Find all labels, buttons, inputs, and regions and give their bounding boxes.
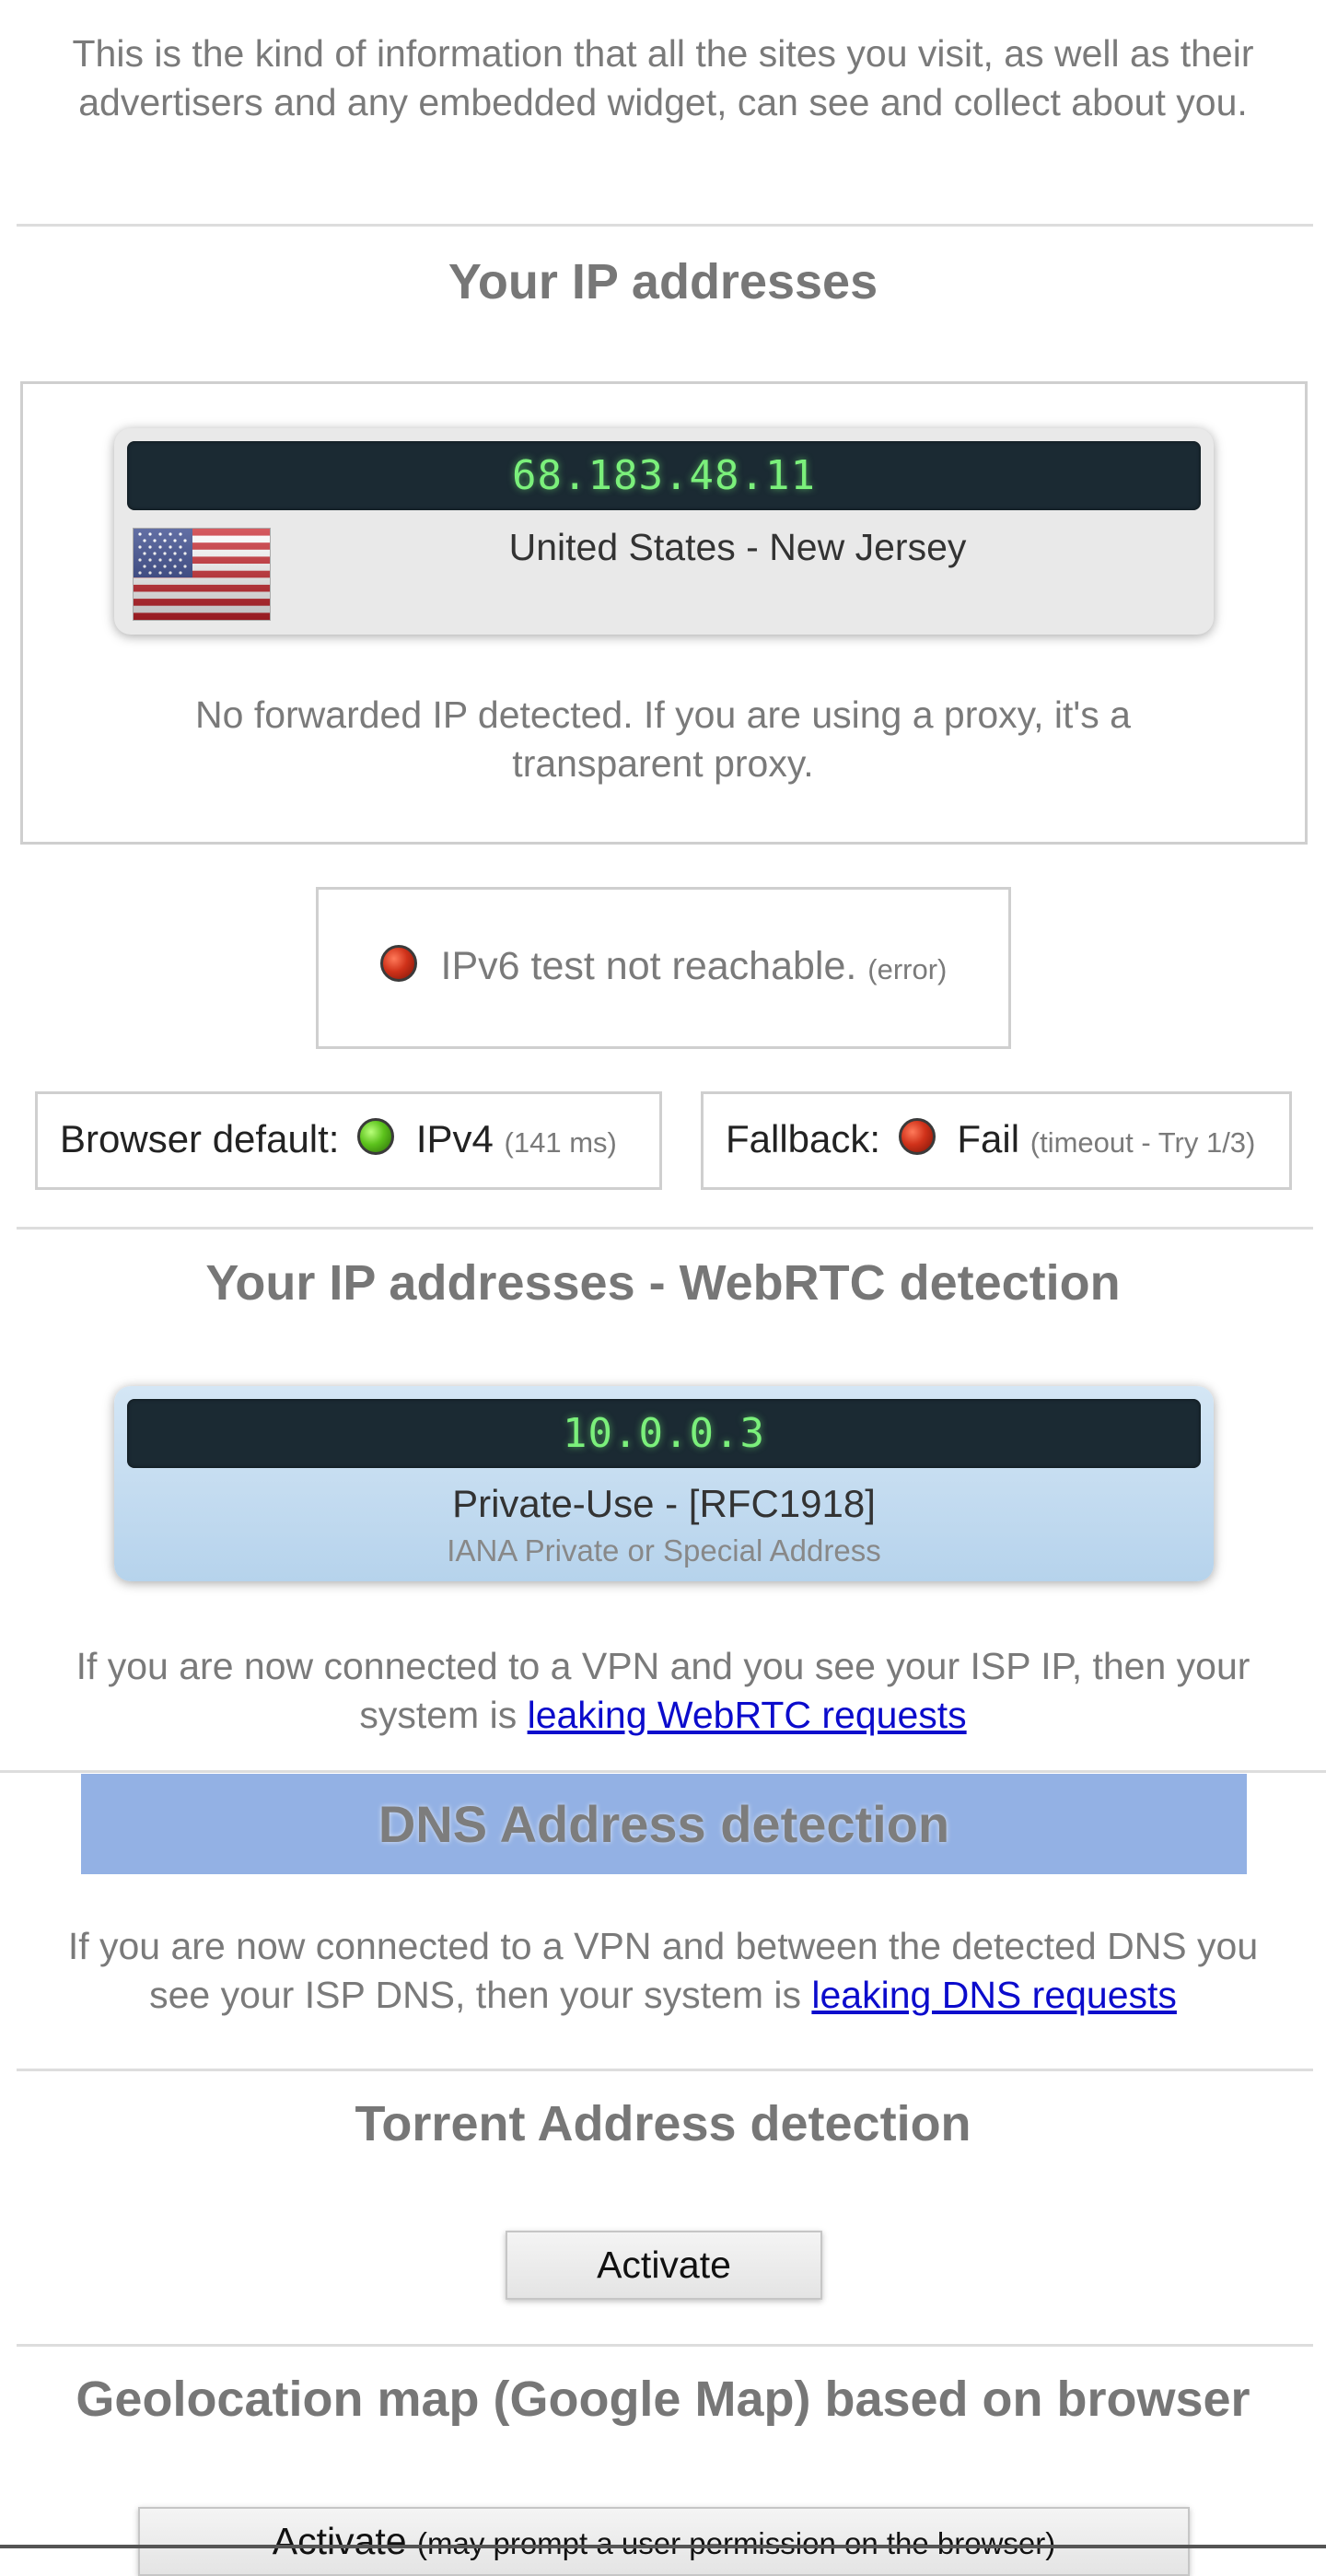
- browser-default-detail: (141 ms): [504, 1126, 617, 1159]
- browser-default-value: IPv4: [415, 1117, 494, 1160]
- fallback-box: Fallback: Fail (timeout - Try 1/3): [701, 1091, 1292, 1190]
- webrtc-ip-display: 10.0.0.3: [127, 1399, 1201, 1468]
- geo-activate-button[interactable]: Activate (may prompt a user permission o…: [138, 2507, 1190, 2576]
- leaking-dns-link[interactable]: leaking DNS requests: [811, 1974, 1177, 2016]
- browser-default-label: Browser default:: [60, 1117, 340, 1160]
- torrent-activate-label: Activate: [597, 2244, 731, 2286]
- divider: [0, 1770, 1326, 1773]
- divider: [17, 1227, 1313, 1230]
- webrtc-ip-label: Private-Use - [RFC1918]: [452, 1482, 876, 1525]
- fallback-value: Fail: [957, 1117, 1020, 1160]
- ip-location: United States - New Jersey: [508, 526, 967, 568]
- webrtc-ip-sublabel: IANA Private or Special Address: [447, 1533, 881, 1568]
- divider: [17, 2344, 1313, 2347]
- dns-note: If you are now connected to a VPN and be…: [46, 1922, 1280, 2020]
- fallback-label: Fallback:: [726, 1117, 881, 1160]
- geo-section-title: Geolocation map (Google Map) based on br…: [76, 2372, 1250, 2427]
- ip-address-display: 68.183.48.11: [127, 441, 1201, 510]
- browser-default-box: Browser default: IPv4 (141 ms): [35, 1091, 662, 1190]
- torrent-activate-button[interactable]: Activate: [506, 2231, 822, 2300]
- ip-section-title: Your IP addresses: [448, 254, 878, 309]
- leaking-webrtc-link[interactable]: leaking WebRTC requests: [528, 1694, 967, 1736]
- webrtc-section-title: Your IP addresses - WebRTC detection: [205, 1255, 1121, 1311]
- dns-section-title: DNS Address detection: [378, 1795, 950, 1853]
- intro-text: This is the kind of information that all…: [72, 32, 1254, 123]
- forwarded-ip-note: No forwarded IP detected. If you are usi…: [195, 694, 1131, 785]
- dns-section-header: DNS Address detection: [81, 1774, 1247, 1874]
- ipv6-test-box: IPv6 test not reachable. (error): [316, 887, 1011, 1049]
- divider: [17, 2069, 1313, 2071]
- bottom-edge-bar: [0, 2545, 1326, 2548]
- torrent-section-title: Torrent Address detection: [355, 2096, 971, 2151]
- geo-activate-note: (may prompt a user permission on the bro…: [416, 2526, 1056, 2560]
- us-flag-icon: [133, 528, 271, 621]
- status-red-icon: [898, 1117, 936, 1155]
- webrtc-note: If you are now connected to a VPN and yo…: [28, 1642, 1298, 1740]
- fallback-detail: (timeout - Try 1/3): [1029, 1126, 1256, 1159]
- ipv6-test-status: (error): [867, 953, 948, 985]
- status-red-icon: [379, 944, 417, 982]
- ipv6-test-text: IPv6 test not reachable.: [440, 944, 857, 988]
- ip-card: 68.183.48.11 United States - New Jersey: [114, 428, 1214, 635]
- divider: [17, 224, 1313, 227]
- geo-activate-label: Activate: [272, 2520, 407, 2562]
- status-green-icon: [357, 1117, 395, 1155]
- webrtc-ip-card: 10.0.0.3 Private-Use - [RFC1918] IANA Pr…: [114, 1386, 1214, 1581]
